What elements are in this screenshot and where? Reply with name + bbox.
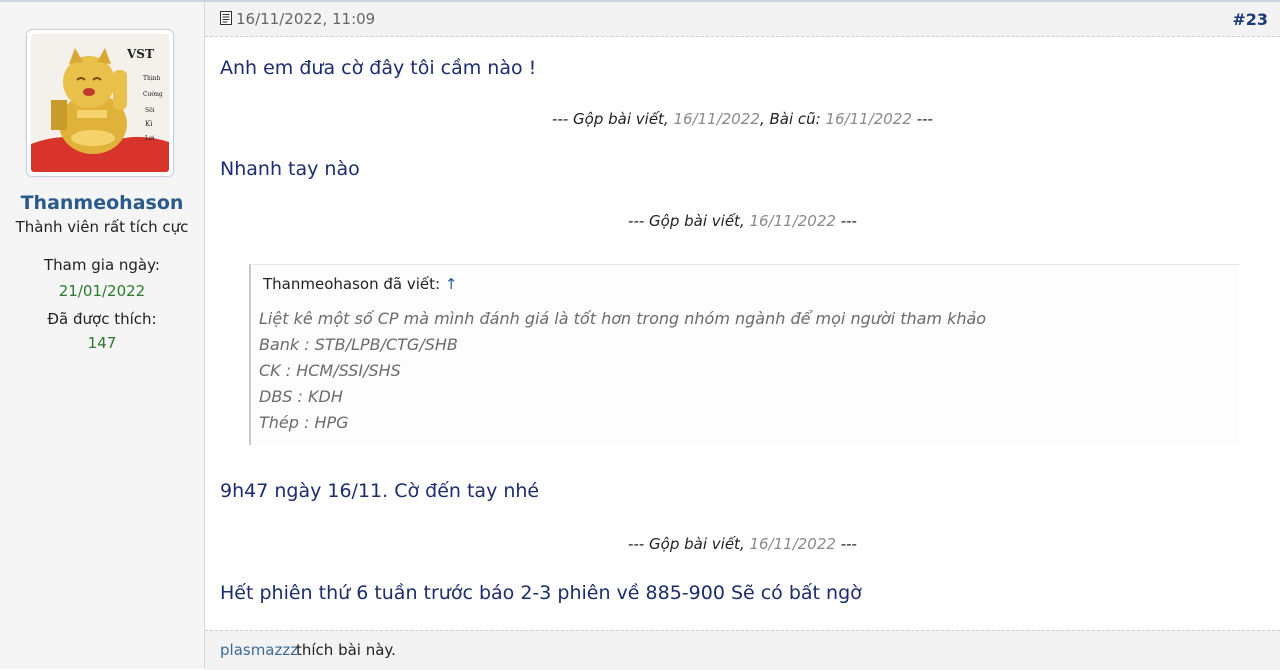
merge-suffix: --- [911,110,933,128]
merge-old-date: 16/11/2022 [825,110,912,128]
svg-text:VST: VST [126,47,154,61]
avatar[interactable]: VST Thịnh Cường Sôi Kì Lợi [31,34,169,172]
likes-bar: plasmazzz thích bài này. [205,630,1280,670]
user-title: Thành viên rất tích cực [15,218,189,236]
merge-date: 16/11/2022 [749,535,836,553]
quote-line: Bank : STB/LPB/CTG/SHB [259,335,458,354]
post-datetime: 16/11/2022, 11:09 [236,10,376,28]
post-header: 16/11/2022, 11:09 #23 [205,2,1280,37]
quote-line: Liệt kê một số CP mà mình đánh giá là tố… [259,309,987,328]
svg-text:Thịnh: Thịnh [143,75,161,82]
post-message-4: Hết phiên thứ 6 tuần trước báo 2-3 phiên… [220,582,862,604]
svg-text:Kì: Kì [145,120,153,128]
quote-block: Thanmeohason đã viết: ↑ Liệt kê một số C… [249,264,1239,445]
merge-date: 16/11/2022 [673,110,760,128]
svg-text:Cường: Cường [143,91,163,98]
merge-suffix: --- [835,212,857,230]
quote-line: DBS : KDH [259,387,343,406]
quote-line: Thép : HPG [259,413,349,432]
svg-text:Lợi: Lợi [145,135,155,142]
joined-value: 21/01/2022 [58,282,146,300]
post-number-link[interactable]: #23 [1232,10,1268,29]
merge-notice-2: --- Gộp bài viết, 16/11/2022 --- [205,212,1280,230]
jump-to-quote-icon[interactable]: ↑ [445,275,458,293]
joined-label: Tham gia ngày: [44,256,160,274]
user-info-panel: VST Thịnh Cường Sôi Kì Lợi Thanmeohason … [0,2,205,669]
lucky-cat-avatar-icon: VST Thịnh Cường Sôi Kì Lợi [31,34,169,172]
quote-line: CK : HCM/SSI/SHS [259,361,401,380]
merge-prefix: --- Gộp bài viết, [628,212,750,230]
merge-prefix: --- Gộp bài viết, [628,535,750,553]
post-message-3: 9h47 ngày 16/11. Cờ đến tay nhé [220,480,540,502]
likes-label: Đã được thích: [47,310,157,328]
likes-value: 147 [87,334,117,352]
post-message-2: Nhanh tay nào [220,158,360,180]
post-message-1: Anh em đưa cờ đây tôi cầm nào ! [220,57,537,79]
merge-old-label: , Bài cũ: [759,110,826,128]
username-link[interactable]: Thanmeohason [0,192,204,214]
merge-notice-3: --- Gộp bài viết, 16/11/2022 --- [205,535,1280,553]
document-icon [220,11,232,25]
liker-username-link[interactable]: plasmazzz [220,641,298,659]
likes-text: thích bài này. [296,641,396,659]
merge-prefix: --- Gộp bài viết, [552,110,674,128]
avatar-frame[interactable]: VST Thịnh Cường Sôi Kì Lợi [26,29,174,177]
merge-notice-1: --- Gộp bài viết, 16/11/2022, Bài cũ: 16… [205,110,1280,128]
svg-text:Sôi: Sôi [145,107,155,114]
merge-suffix: --- [835,535,857,553]
quote-author: Thanmeohason đã viết: [263,275,441,293]
quote-header: Thanmeohason đã viết: ↑ [263,275,457,293]
merge-date: 16/11/2022 [749,212,836,230]
